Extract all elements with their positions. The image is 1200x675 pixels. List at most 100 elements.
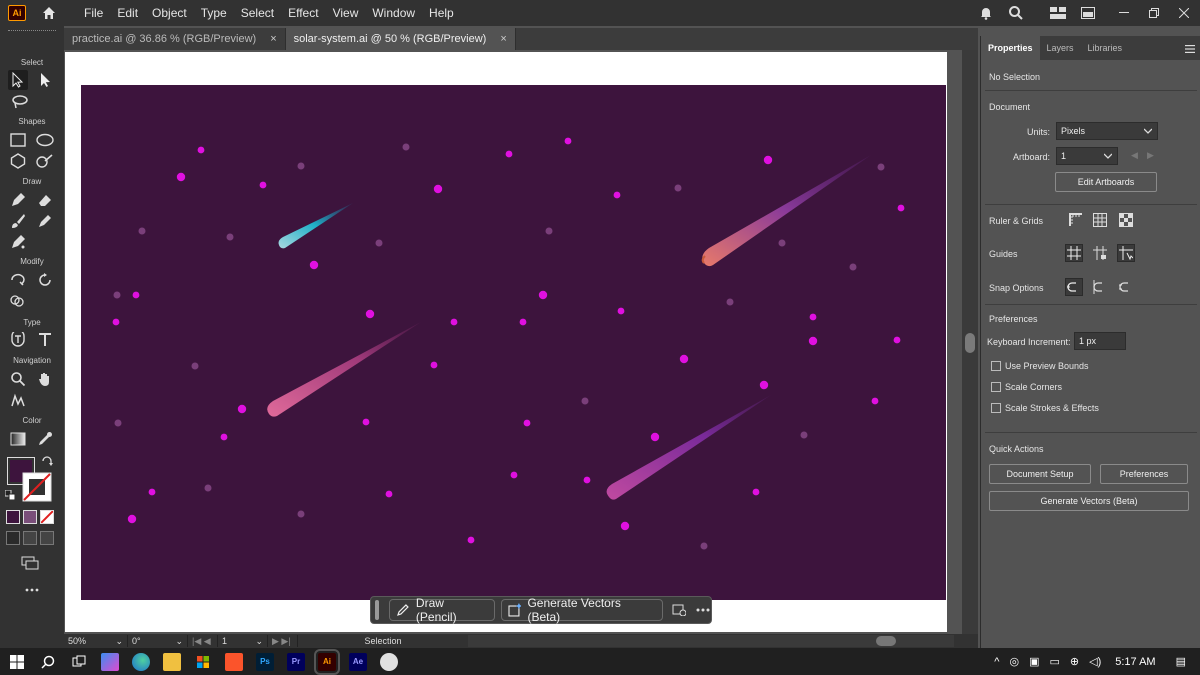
next-artboard-icon[interactable]: ▶ ▶| — [268, 635, 298, 647]
draw-normal-icon[interactable] — [6, 531, 20, 545]
search-icon[interactable] — [39, 653, 57, 671]
gradient-tool-icon[interactable] — [8, 429, 28, 449]
draw-behind-icon[interactable] — [23, 531, 37, 545]
menu-window[interactable]: Window — [372, 6, 415, 20]
edge-icon[interactable] — [132, 652, 150, 671]
file-explorer-icon[interactable] — [163, 652, 181, 671]
swap-fill-stroke-icon[interactable] — [40, 454, 54, 468]
more-options-icon[interactable] — [695, 602, 711, 618]
lock-guides-icon[interactable] — [1091, 244, 1109, 262]
draw-pencil-button[interactable]: Draw (Pencil) — [388, 596, 495, 624]
artboard-select[interactable]: 1 ⌄ — [218, 635, 268, 647]
checkbox-box[interactable] — [991, 403, 1001, 413]
stroke-swatch[interactable] — [22, 472, 52, 502]
snap-to-point-icon[interactable] — [1065, 278, 1083, 296]
photoshop-icon[interactable]: Ps — [256, 652, 274, 671]
tray-app-icon[interactable]: ◎ — [1009, 655, 1019, 668]
artboard[interactable] — [81, 85, 946, 600]
puppet-warp-tool-icon[interactable] — [8, 390, 28, 410]
lasso-tool-icon[interactable] — [10, 92, 30, 112]
tray-app-icon[interactable]: ▣ — [1029, 655, 1039, 668]
horizontal-scrollbar[interactable] — [468, 635, 954, 647]
after-effects-icon[interactable]: Ae — [349, 652, 367, 671]
draw-inside-icon[interactable] — [40, 531, 54, 545]
ellipse-tool-icon[interactable] — [35, 130, 55, 150]
zoom-tool-icon[interactable] — [8, 369, 28, 389]
more-tools-icon[interactable] — [22, 580, 42, 600]
ruler-icon[interactable] — [1067, 211, 1085, 229]
menu-effect[interactable]: Effect — [288, 6, 318, 20]
first-artboard-icon[interactable]: |◀ ◀ — [188, 635, 218, 647]
scale-strokes-checkbox[interactable]: Scale Strokes & Effects — [991, 403, 1099, 413]
color-mode-icon[interactable] — [6, 510, 20, 524]
selection-tool-icon[interactable] — [8, 70, 28, 90]
rotate-tool-icon[interactable] — [35, 270, 55, 290]
keyboard-increment-input[interactable]: 1 px — [1074, 332, 1126, 350]
menu-object[interactable]: Object — [152, 6, 187, 20]
premiere-icon[interactable]: Pr — [287, 652, 305, 671]
pen-tool-icon[interactable] — [8, 190, 28, 210]
hand-tool-icon[interactable] — [35, 369, 55, 389]
gradient-mode-icon[interactable] — [23, 510, 37, 524]
menu-view[interactable]: View — [333, 6, 359, 20]
generate-vectors-panel-button[interactable]: Generate Vectors (Beta) — [989, 491, 1189, 511]
edit-artboards-button[interactable]: Edit Artboards — [1055, 172, 1157, 192]
blob-brush-tool-icon[interactable] — [35, 211, 55, 231]
comet[interactable] — [278, 203, 353, 249]
default-colors-icon[interactable] — [4, 489, 16, 501]
home-icon[interactable] — [40, 4, 58, 22]
close-icon[interactable] — [1174, 3, 1194, 23]
vertical-scrollbar[interactable] — [962, 50, 978, 634]
tab-solar-system[interactable]: solar-system.ai @ 50 % (RGB/Preview) × — [285, 28, 516, 50]
globe-icon[interactable]: ⊕ — [1070, 655, 1079, 668]
snap-to-glyph-icon[interactable] — [1117, 278, 1135, 296]
none-mode-icon[interactable] — [40, 510, 54, 524]
type-tool-icon[interactable] — [35, 330, 55, 350]
clock[interactable]: 5:17 AM — [1115, 656, 1155, 668]
menu-type[interactable]: Type — [201, 6, 227, 20]
chevron-up-icon[interactable]: ^ — [994, 656, 999, 668]
eyedropper-tool-icon[interactable] — [35, 429, 55, 449]
illustrator-icon[interactable]: Ai — [314, 648, 340, 675]
grid-icon[interactable] — [1091, 211, 1109, 229]
use-preview-bounds-checkbox[interactable]: Use Preview Bounds — [991, 361, 1089, 371]
search-icon[interactable] — [1006, 3, 1026, 23]
notifications-icon[interactable]: ▤ — [1176, 655, 1186, 668]
tab-layers[interactable]: Layers — [1040, 36, 1081, 60]
battery-icon[interactable]: ▭ — [1049, 655, 1059, 668]
minimize-icon[interactable] — [1114, 3, 1134, 23]
canvas-area[interactable] — [64, 50, 978, 634]
warp-tool-icon[interactable] — [8, 270, 28, 290]
smart-guides-icon[interactable] — [1117, 244, 1135, 262]
panel-grip[interactable] — [8, 30, 56, 32]
show-guides-icon[interactable] — [1065, 244, 1083, 262]
shaper-tool-icon[interactable] — [35, 151, 55, 171]
artboard-dropdown[interactable]: 1 — [1056, 147, 1118, 165]
workspace-icon[interactable] — [1048, 3, 1068, 23]
brave-icon[interactable] — [225, 652, 243, 671]
transparency-grid-icon[interactable] — [1117, 211, 1135, 229]
volume-icon[interactable]: ◁) — [1089, 655, 1101, 668]
scroll-thumb[interactable] — [965, 333, 975, 353]
windows-start-icon[interactable] — [8, 653, 26, 671]
store-icon[interactable] — [194, 653, 212, 671]
task-view-icon[interactable] — [70, 653, 88, 671]
arrange-icon[interactable] — [1078, 3, 1098, 23]
menu-edit[interactable]: Edit — [117, 6, 138, 20]
shape-builder-tool-icon[interactable] — [8, 291, 28, 311]
comet[interactable] — [702, 155, 871, 267]
checkbox-box[interactable] — [991, 382, 1001, 392]
snap-to-pixel-icon[interactable] — [1091, 278, 1109, 296]
curvature-tool-icon[interactable] — [8, 232, 28, 252]
checkbox-box[interactable] — [991, 361, 1001, 371]
menu-file[interactable]: File — [84, 6, 103, 20]
zoom-select[interactable]: 50% ⌄ — [64, 635, 128, 647]
rectangle-tool-icon[interactable] — [8, 130, 28, 150]
direct-selection-tool-icon[interactable] — [36, 70, 56, 90]
polygon-tool-icon[interactable] — [8, 151, 28, 171]
document-setup-button[interactable]: Document Setup — [989, 464, 1091, 484]
artboard-next-icon[interactable]: ▶ — [1147, 150, 1154, 161]
close-icon[interactable]: × — [270, 33, 276, 45]
tab-properties[interactable]: Properties — [981, 36, 1040, 60]
scroll-thumb[interactable] — [876, 636, 896, 646]
